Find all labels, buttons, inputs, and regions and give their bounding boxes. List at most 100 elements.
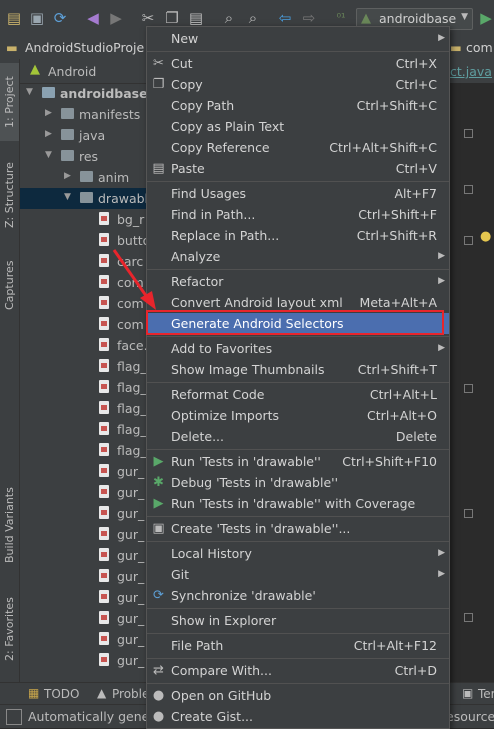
file-icon bbox=[99, 422, 109, 435]
chevron-down-icon[interactable]: ▼ bbox=[64, 192, 71, 202]
fold-marker[interactable] bbox=[464, 129, 473, 138]
chevron-right-icon[interactable]: ▶ bbox=[64, 171, 71, 181]
tab-favorites[interactable]: 2: Favorites bbox=[0, 589, 19, 669]
menu-item[interactable]: ⇄ Compare With... Ctrl+D bbox=[147, 660, 449, 681]
tab-build-variants[interactable]: Build Variants bbox=[0, 479, 19, 571]
file-icon bbox=[99, 254, 109, 267]
menu-item[interactable]: ⟳ Synchronize 'drawable' bbox=[147, 585, 449, 606]
problems-tab[interactable]: Proble bbox=[112, 687, 149, 701]
sync-icon[interactable]: ⟳ bbox=[51, 9, 69, 27]
menu-item[interactable]: Copy as Plain Text bbox=[147, 116, 449, 137]
menu-item[interactable]: ● Open on GitHub bbox=[147, 685, 449, 706]
menu-item[interactable]: Copy Path Ctrl+Shift+C bbox=[147, 95, 449, 116]
tab-captures[interactable]: Captures bbox=[0, 249, 19, 321]
fold-marker[interactable] bbox=[464, 509, 473, 518]
menu-item[interactable]: Add to Favorites ▶ bbox=[147, 338, 449, 359]
menu-separator bbox=[147, 181, 449, 182]
chevron-right-icon[interactable]: ▶ bbox=[45, 108, 52, 118]
menu-item[interactable]: File Path Ctrl+Alt+F12 bbox=[147, 635, 449, 656]
tree-item-label: anim bbox=[98, 170, 130, 185]
menu-item[interactable]: ▤ Paste Ctrl+V bbox=[147, 158, 449, 179]
folder-icon bbox=[61, 150, 74, 161]
menu-item[interactable]: ✂ Cut Ctrl+X bbox=[147, 53, 449, 74]
folder-icon[interactable]: ▤ bbox=[5, 9, 23, 27]
menu-item[interactable]: Copy Reference Ctrl+Alt+Shift+C bbox=[147, 137, 449, 158]
chevron-down-icon[interactable]: ▼ bbox=[26, 87, 33, 97]
tree-item-label: face. bbox=[117, 338, 148, 353]
context-menu: New ▶ ✂ Cut Ctrl+X ❐ Copy Ctrl+C Copy Path Ctrl+S… bbox=[146, 26, 450, 729]
todo-tab[interactable]: TODO bbox=[44, 687, 79, 701]
menu-item[interactable]: Git ▶ bbox=[147, 564, 449, 585]
tab-structure-label: Z: Structure bbox=[3, 162, 16, 228]
breadcrumb-project[interactable]: AndroidStudioProje bbox=[25, 40, 144, 55]
menu-item-label: Local History bbox=[171, 546, 252, 561]
menu-separator bbox=[147, 608, 449, 609]
tree-item-label: com bbox=[117, 275, 144, 290]
menu-item-label: Cut bbox=[171, 56, 193, 71]
tab-structure[interactable]: Z: Structure bbox=[0, 151, 19, 239]
menu-item[interactable]: Analyze ▶ bbox=[147, 246, 449, 267]
menu-item[interactable]: Find in Path... Ctrl+Shift+F bbox=[147, 204, 449, 225]
menu-item[interactable]: Refactor ▶ bbox=[147, 271, 449, 292]
menu-item[interactable]: ✱ Debug 'Tests in 'drawable'' bbox=[147, 472, 449, 493]
menu-item[interactable]: Optimize Imports Ctrl+Alt+O bbox=[147, 405, 449, 426]
copy-icon[interactable]: ❐ bbox=[163, 9, 181, 27]
menu-item-icon: ▶ bbox=[153, 454, 164, 469]
breadcrumb-package[interactable]: com bbox=[466, 40, 493, 55]
menu-item-label: Optimize Imports bbox=[171, 408, 280, 423]
menu-item[interactable]: ▶ Run 'Tests in 'drawable'' Ctrl+Shift+F10 bbox=[147, 451, 449, 472]
lightbulb-icon[interactable]: ● bbox=[480, 229, 491, 244]
paste-icon[interactable]: ▤ bbox=[187, 9, 205, 27]
save-icon[interactable]: ▣ bbox=[28, 9, 46, 27]
menu-item[interactable]: Delete... Delete bbox=[147, 426, 449, 447]
terminal-icon: ▣ bbox=[462, 686, 474, 700]
file-icon bbox=[99, 338, 109, 351]
back-icon[interactable]: ⇦ bbox=[276, 9, 294, 27]
redo-icon[interactable]: ▶ bbox=[107, 9, 125, 27]
fold-marker[interactable] bbox=[464, 185, 473, 194]
menu-item[interactable]: Show Image Thumbnails Ctrl+Shift+T bbox=[147, 359, 449, 380]
chevron-down-icon[interactable]: ▼ bbox=[45, 150, 52, 160]
menu-item[interactable]: Local History ▶ bbox=[147, 543, 449, 564]
menu-item[interactable]: ❐ Copy Ctrl+C bbox=[147, 74, 449, 95]
tab-build-variants-label: Build Variants bbox=[3, 487, 16, 563]
submenu-arrow-icon: ▶ bbox=[438, 569, 445, 579]
menu-item[interactable]: Reformat Code Ctrl+Alt+L bbox=[147, 384, 449, 405]
find-icon[interactable]: ⌕ bbox=[220, 9, 238, 27]
submenu-arrow-icon: ▶ bbox=[438, 33, 445, 43]
menu-item-label: Analyze bbox=[171, 249, 221, 264]
forward-icon[interactable]: ⇨ bbox=[300, 9, 318, 27]
chevron-right-icon[interactable]: ▶ bbox=[45, 129, 52, 139]
tab-captures-label: Captures bbox=[3, 260, 16, 310]
fold-marker[interactable] bbox=[464, 236, 473, 245]
menu-item-icon: ▣ bbox=[152, 521, 165, 536]
replace-icon[interactable]: ⌕ bbox=[244, 9, 262, 27]
fold-marker[interactable] bbox=[464, 384, 473, 393]
file-icon bbox=[99, 506, 109, 519]
tab-favorites-label: 2: Favorites bbox=[3, 597, 16, 661]
menu-item[interactable]: ▶ Run 'Tests in 'drawable'' with Coverage bbox=[147, 493, 449, 514]
menu-item[interactable]: New ▶ bbox=[147, 28, 449, 49]
cut-icon[interactable]: ✂ bbox=[139, 9, 157, 27]
tree-item-label: gur_ bbox=[117, 485, 145, 500]
tree-item-label: gur_ bbox=[117, 527, 145, 542]
build-icon[interactable]: ⁰¹ bbox=[332, 9, 350, 27]
fold-marker[interactable] bbox=[464, 613, 473, 622]
editor-tab[interactable]: ct.java bbox=[450, 64, 492, 79]
tab-project[interactable]: 1: Project bbox=[0, 63, 19, 141]
menu-separator bbox=[147, 336, 449, 337]
menu-item-icon: ✱ bbox=[153, 475, 164, 490]
tree-item-label: com bbox=[117, 317, 144, 332]
status-toggle-icon[interactable] bbox=[6, 709, 22, 725]
menu-item[interactable]: Find Usages Alt+F7 bbox=[147, 183, 449, 204]
menu-item-label: Replace in Path... bbox=[171, 228, 280, 243]
menu-item[interactable]: Replace in Path... Ctrl+Shift+R bbox=[147, 225, 449, 246]
menu-item[interactable]: ▣ Create 'Tests in 'drawable''... bbox=[147, 518, 449, 539]
terminal-tab[interactable]: Ter bbox=[478, 687, 494, 701]
menu-item[interactable]: ● Create Gist... bbox=[147, 706, 449, 727]
menu-item[interactable]: Show in Explorer bbox=[147, 610, 449, 631]
editor-gutter: ● bbox=[446, 83, 494, 682]
undo-icon[interactable]: ◀ bbox=[84, 9, 102, 27]
project-view-label: Android bbox=[48, 64, 97, 79]
run-icon[interactable]: ▶ bbox=[477, 9, 494, 27]
